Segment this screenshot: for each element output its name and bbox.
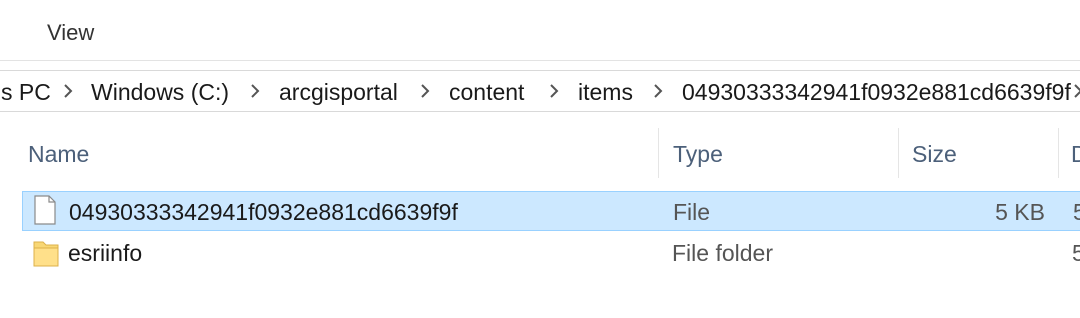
chevron-right-icon[interactable]: [549, 83, 559, 99]
column-divider[interactable]: [898, 128, 899, 178]
chevron-right-icon[interactable]: [420, 83, 430, 99]
row-type: File folder: [672, 240, 773, 266]
chevron-right-icon[interactable]: [653, 83, 663, 99]
breadcrumb-item-folder-id[interactable]: 04930333342941f0932e881cd6639f9f: [682, 79, 1071, 106]
column-divider[interactable]: [658, 128, 659, 178]
ribbon: View: [0, 0, 1080, 61]
table-row[interactable]: esriinfo File folder 5: [22, 233, 1080, 273]
row-name: esriinfo: [68, 240, 143, 266]
column-header-size[interactable]: Size: [912, 141, 957, 168]
column-header-type[interactable]: Type: [673, 141, 723, 168]
ribbon-tab-view[interactable]: View: [47, 20, 94, 46]
folder-icon: [33, 237, 59, 272]
breadcrumb[interactable]: s PC Windows (C:) arcgisportal content i…: [0, 70, 1080, 112]
row-name: 04930333342941f0932e881cd6639f9f: [69, 199, 458, 225]
chevron-right-icon[interactable]: [250, 83, 260, 99]
file-icon: [34, 195, 56, 230]
row-date: 5: [1073, 199, 1080, 225]
breadcrumb-item-arcgisportal[interactable]: arcgisportal: [279, 79, 398, 106]
breadcrumb-item-this-pc[interactable]: s PC: [1, 79, 51, 106]
chevron-right-icon[interactable]: [1073, 83, 1080, 99]
table-row[interactable]: 04930333342941f0932e881cd6639f9f File 5 …: [22, 191, 1080, 231]
row-size: 5 KB: [995, 199, 1045, 225]
breadcrumb-item-content[interactable]: content: [449, 79, 524, 106]
breadcrumb-item-windows-c[interactable]: Windows (C:): [91, 79, 229, 106]
breadcrumb-item-items[interactable]: items: [578, 79, 633, 106]
column-divider[interactable]: [1058, 128, 1059, 178]
row-type: File: [673, 199, 711, 225]
column-header-date[interactable]: D: [1071, 141, 1080, 168]
chevron-right-icon[interactable]: [63, 83, 73, 99]
row-date: 5: [1072, 240, 1080, 266]
column-header-name[interactable]: Name: [28, 141, 89, 168]
